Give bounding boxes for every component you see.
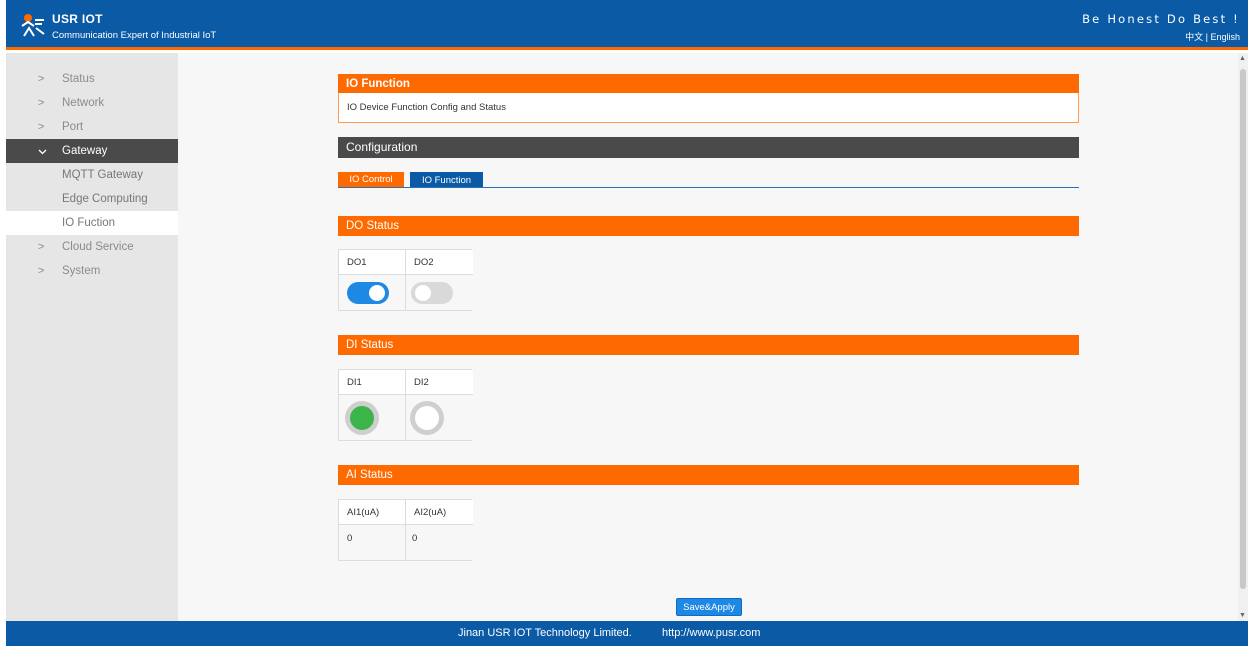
do1-cell [339,275,406,310]
chevron-right-icon: > [38,73,45,85]
ai2-value: 0 [412,533,418,544]
di2-header: DI2 [406,370,473,395]
chevron-right-icon: > [38,265,45,277]
save-apply-button[interactable]: Save&Apply [676,598,742,616]
do-status-title: DO Status [338,216,1079,236]
scroll-down-icon[interactable]: ▼ [1239,612,1246,619]
top-header: USR IOT Communication Expert of Industri… [6,0,1248,50]
footer: Jinan USR IOT Technology Limited. http:/… [6,621,1248,646]
di-status-title: DI Status [338,335,1079,355]
tab-io-function[interactable]: IO Function [410,172,483,188]
brand-subtitle: Communication Expert of Industrial IoT [52,30,217,41]
chevron-right-icon: > [38,121,45,133]
chevron-down-icon [38,139,47,163]
usr-logo-icon [21,14,45,37]
brand-name: USR IOT [52,12,103,26]
language-switcher: 中文 | English [1185,30,1240,43]
sidebar-item-network[interactable]: > Network [6,91,178,115]
sidebar-item-label: System [62,265,101,277]
sidebar-subitem-edge-computing[interactable]: Edge Computing [6,187,178,211]
sidebar-subitem-io-function[interactable]: IO Fuction [6,211,178,235]
led-inner [415,406,439,430]
led-inner [350,406,374,430]
footer-company: Jinan USR IOT Technology Limited. [458,627,632,639]
sidebar-item-system[interactable]: > System [6,259,178,283]
chevron-right-icon: > [38,241,45,253]
sidebar: > Status > Network > Port Gateway MQTT G… [6,53,178,621]
section-title: IO Function [338,74,1079,94]
configuration-title: Configuration [338,137,1079,158]
sidebar-item-status[interactable]: > Status [6,67,178,91]
scrollbar-thumb[interactable] [1240,69,1246,589]
di1-header: DI1 [339,370,406,395]
ai-status-title: AI Status [338,465,1079,485]
sidebar-item-port[interactable]: > Port [6,115,178,139]
do2-header: DO2 [406,250,473,275]
ai2-cell: 0 [406,525,473,560]
ai1-header: AI1(uA) [339,500,406,525]
lang-chinese-link[interactable]: 中文 [1185,32,1203,42]
di2-cell [406,395,473,440]
do2-cell [406,275,473,310]
scroll-up-icon[interactable]: ▲ [1239,55,1246,62]
ai1-value: 0 [347,533,353,544]
sidebar-item-cloud-service[interactable]: > Cloud Service [6,235,178,259]
sidebar-item-gateway[interactable]: Gateway [6,139,178,163]
ai-status-table: AI1(uA) AI2(uA) 0 0 [338,499,473,561]
di-status-table: DI1 DI2 [338,369,473,441]
section-description: IO Device Function Config and Status [338,93,1079,123]
lang-separator: | [1205,32,1208,42]
sidebar-item-label: Gateway [62,145,108,157]
sidebar-item-label: Status [62,73,95,85]
ai2-header: AI2(uA) [406,500,473,525]
tab-underline [338,187,1079,188]
chevron-right-icon: > [38,97,45,109]
di1-indicator [345,401,379,435]
sidebar-item-label: Network [62,97,105,109]
sidebar-item-label: Port [62,121,84,133]
do2-toggle[interactable] [411,282,453,304]
slogan: Be Honest Do Best ! [1082,12,1240,26]
di1-cell [339,395,406,440]
app-frame: USR IOT Communication Expert of Industri… [0,0,1254,646]
footer-url-link[interactable]: http://www.pusr.com [662,621,760,646]
do-status-table: DO1 DO2 [338,249,473,311]
sidebar-item-label: Cloud Service [62,241,134,253]
do1-toggle[interactable] [347,282,389,304]
sidebar-subitem-mqtt-gateway[interactable]: MQTT Gateway [6,163,178,187]
tab-io-control[interactable]: IO Control [338,172,404,188]
lang-english-link[interactable]: English [1210,32,1240,42]
do1-header: DO1 [339,250,406,275]
toggle-knob [369,285,385,301]
di2-indicator [410,401,444,435]
vertical-scrollbar[interactable]: ▲ ▼ [1238,53,1248,621]
toggle-knob [415,285,431,301]
ai1-cell: 0 [339,525,406,560]
